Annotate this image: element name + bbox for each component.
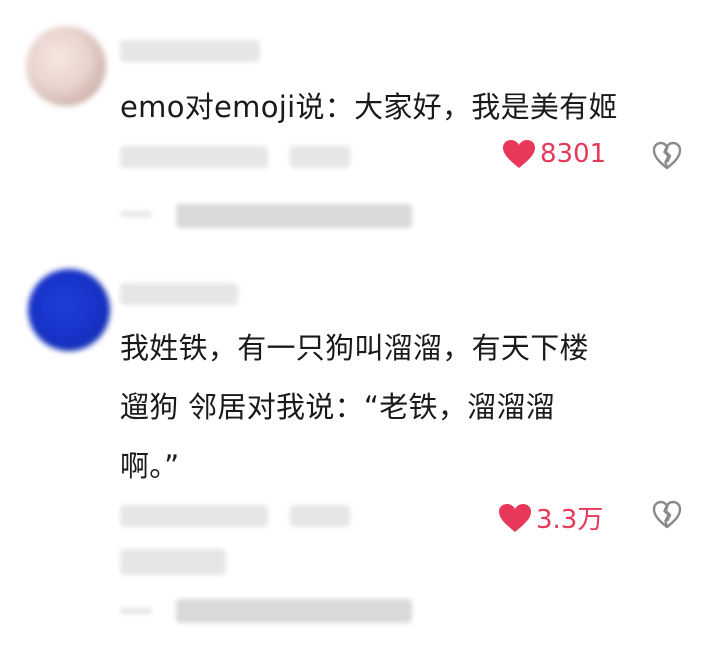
comment-text-line: 啊。” <box>120 449 180 483</box>
comment-text: emo对emoji说：大家好，我是美有姬 <box>120 90 618 124</box>
timestamp-blurred <box>120 505 268 527</box>
like-button[interactable]: 3.3万 <box>498 499 603 536</box>
comment-text-line: 我姓铁，有一只狗叫溜溜，有天下楼 <box>120 331 589 365</box>
like-count: 8301 <box>540 139 607 169</box>
username-blurred[interactable] <box>120 40 260 62</box>
avatar[interactable] <box>28 269 110 351</box>
reply-divider-blurred <box>120 211 152 217</box>
reply-divider-blurred <box>120 608 152 614</box>
reply-button-blurred[interactable] <box>290 505 350 527</box>
author-liked-blurred <box>120 549 226 575</box>
comment-text-line: 遛狗 邻居对我说：“老铁，溜溜溜 <box>120 390 556 424</box>
broken-heart-icon[interactable] <box>652 500 682 530</box>
view-replies-blurred[interactable] <box>176 599 412 623</box>
view-replies-blurred[interactable] <box>176 204 412 228</box>
reply-button-blurred[interactable] <box>290 146 350 168</box>
heart-icon <box>499 503 531 532</box>
username-blurred[interactable] <box>120 283 238 305</box>
like-count: 3.3万 <box>536 505 604 535</box>
timestamp-blurred <box>120 146 268 168</box>
heart-icon <box>503 140 535 168</box>
broken-heart-icon[interactable] <box>652 141 682 171</box>
avatar[interactable] <box>26 26 106 106</box>
like-button[interactable]: 8301 <box>502 139 606 169</box>
comment-item: 我姓铁，有一只狗叫溜溜，有天下楼 遛狗 邻居对我说：“老铁，溜溜溜 啊。” 3.… <box>0 255 720 657</box>
comment-item: emo对emoji说：大家好，我是美有姬 8301 <box>0 0 720 255</box>
